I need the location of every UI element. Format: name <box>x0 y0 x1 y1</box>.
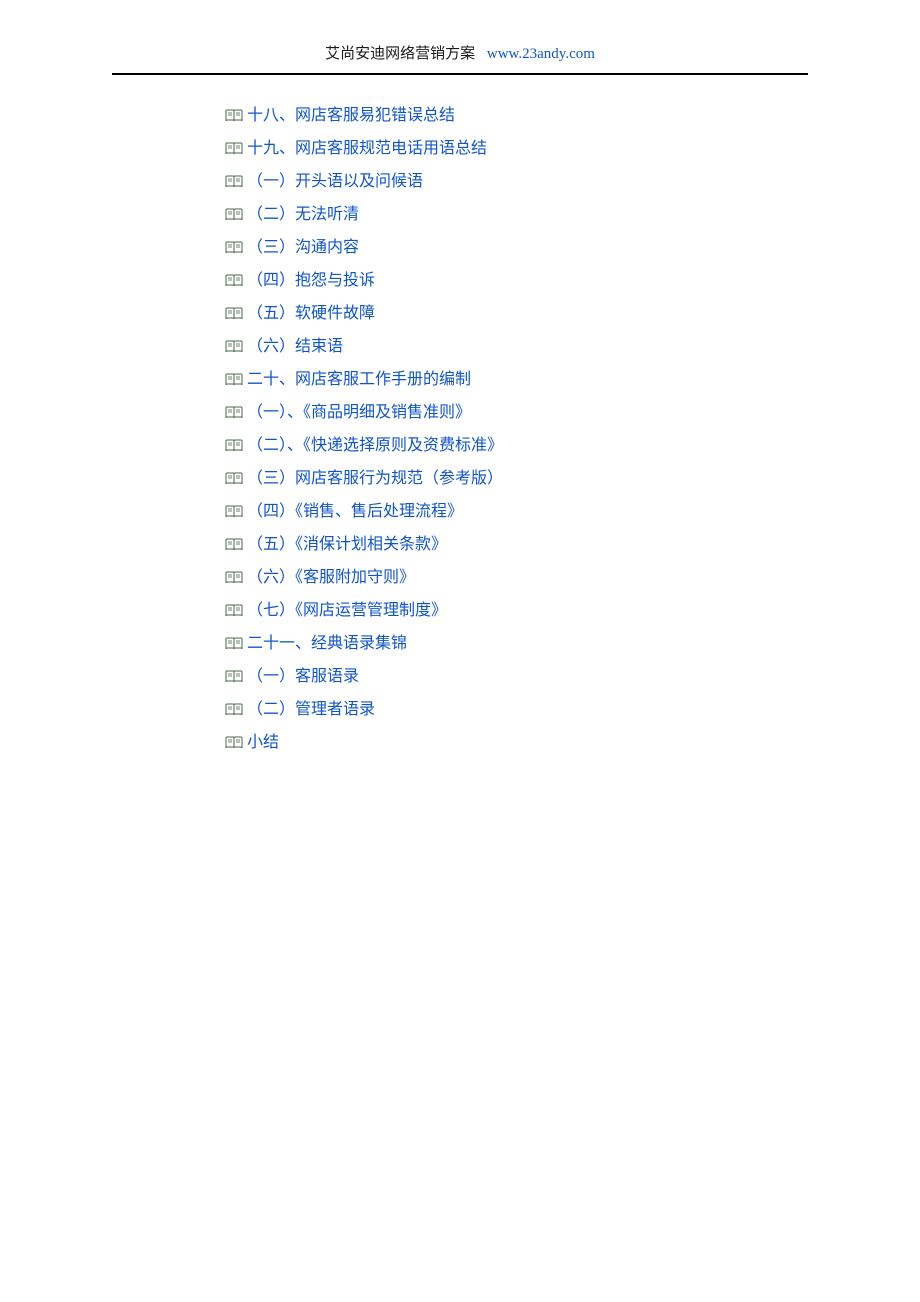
toc-link[interactable]: （一）、《商品明细及销售准则》 <box>247 402 471 424</box>
toc-link[interactable]: 二十一、经典语录集锦 <box>247 633 407 655</box>
book-icon <box>225 736 243 750</box>
toc-item: （六）结束语 <box>225 336 920 358</box>
book-icon <box>225 142 243 156</box>
toc-link[interactable]: （二）、《快递选择原则及资费标准》 <box>247 435 503 457</box>
toc-item: （五）软硬件故障 <box>225 303 920 325</box>
toc-item: 小结 <box>225 732 920 754</box>
header-url: www.23andy.com <box>487 46 595 62</box>
book-icon <box>225 538 243 552</box>
book-icon <box>225 175 243 189</box>
toc-link[interactable]: （三）沟通内容 <box>247 237 359 259</box>
toc-link[interactable]: （四）《销售、售后处理流程》 <box>247 501 463 523</box>
toc-item: （四）抱怨与投诉 <box>225 270 920 292</box>
toc-link[interactable]: （二）管理者语录 <box>247 699 375 721</box>
book-icon <box>225 241 243 255</box>
page-header: 艾尚安迪网络营销方案 www.23andy.com <box>0 0 920 63</box>
toc-item: （五）《消保计划相关条款》 <box>225 534 920 556</box>
book-icon <box>225 406 243 420</box>
book-icon <box>225 637 243 651</box>
toc-item: （二）、《快递选择原则及资费标准》 <box>225 435 920 457</box>
book-icon <box>225 274 243 288</box>
toc-item: （一）、《商品明细及销售准则》 <box>225 402 920 424</box>
toc-link[interactable]: （一）客服语录 <box>247 666 359 688</box>
header-divider <box>112 73 808 75</box>
book-icon <box>225 340 243 354</box>
book-icon <box>225 109 243 123</box>
toc-item: 十八、网店客服易犯错误总结 <box>225 105 920 127</box>
header-title: 艾尚安迪网络营销方案 <box>325 46 475 62</box>
toc-item: （三）沟通内容 <box>225 237 920 259</box>
toc-item: 十九、网店客服规范电话用语总结 <box>225 138 920 160</box>
toc-item: （二）管理者语录 <box>225 699 920 721</box>
book-icon <box>225 703 243 717</box>
book-icon <box>225 571 243 585</box>
toc-item: （三）网店客服行为规范（参考版） <box>225 468 920 490</box>
toc-link[interactable]: （五）软硬件故障 <box>247 303 375 325</box>
toc-item: （四）《销售、售后处理流程》 <box>225 501 920 523</box>
book-icon <box>225 472 243 486</box>
toc-item: （二）无法听清 <box>225 204 920 226</box>
toc-link[interactable]: （二）无法听清 <box>247 204 359 226</box>
toc-link[interactable]: （一）开头语以及问候语 <box>247 171 423 193</box>
book-icon <box>225 439 243 453</box>
toc-link[interactable]: 十八、网店客服易犯错误总结 <box>247 105 455 127</box>
toc-link[interactable]: （六）《客服附加守则》 <box>247 567 415 589</box>
toc-link[interactable]: 小结 <box>247 732 279 754</box>
toc-item: （一）开头语以及问候语 <box>225 171 920 193</box>
toc-list: 十八、网店客服易犯错误总结 十九、网店客服规范电话用语总结 （一）开头语以及问候… <box>225 105 920 754</box>
toc-link[interactable]: （三）网店客服行为规范（参考版） <box>247 468 503 490</box>
toc-item: 二十、网店客服工作手册的编制 <box>225 369 920 391</box>
toc-item: （七）《网店运营管理制度》 <box>225 600 920 622</box>
book-icon <box>225 208 243 222</box>
book-icon <box>225 505 243 519</box>
toc-link[interactable]: 二十、网店客服工作手册的编制 <box>247 369 471 391</box>
toc-item: （一）客服语录 <box>225 666 920 688</box>
book-icon <box>225 604 243 618</box>
book-icon <box>225 670 243 684</box>
toc-link[interactable]: 十九、网店客服规范电话用语总结 <box>247 138 487 160</box>
toc-link[interactable]: （五）《消保计划相关条款》 <box>247 534 447 556</box>
toc-link[interactable]: （六）结束语 <box>247 336 343 358</box>
toc-link[interactable]: （七）《网店运营管理制度》 <box>247 600 447 622</box>
toc-link[interactable]: （四）抱怨与投诉 <box>247 270 375 292</box>
toc-item: 二十一、经典语录集锦 <box>225 633 920 655</box>
book-icon <box>225 307 243 321</box>
book-icon <box>225 373 243 387</box>
toc-item: （六）《客服附加守则》 <box>225 567 920 589</box>
